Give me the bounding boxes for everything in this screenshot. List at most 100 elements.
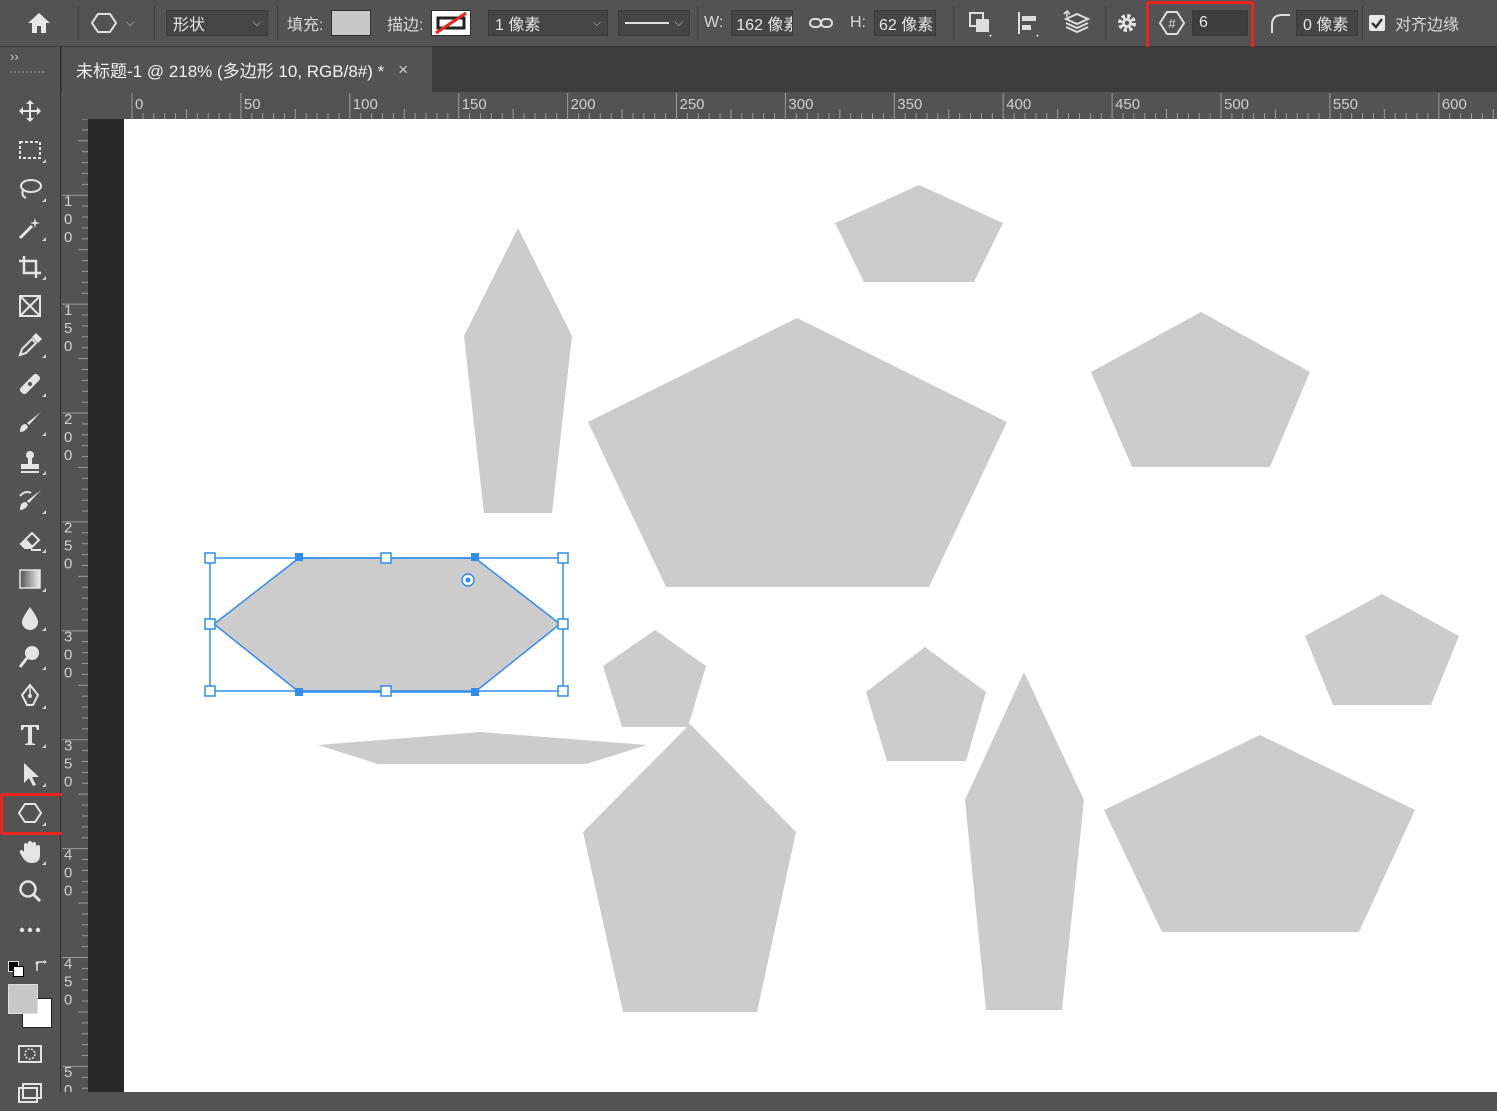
- bandage-icon: [19, 373, 41, 395]
- panel-collapse-toggle[interactable]: ››: [10, 49, 19, 64]
- tools-panel: ››: [0, 47, 66, 1103]
- stroke-swatch[interactable]: [431, 10, 472, 36]
- rectangle-marquee-icon: [19, 141, 41, 159]
- type-icon: [21, 725, 39, 745]
- pentagon-shape[interactable]: [1091, 312, 1310, 467]
- default-colors-icon[interactable]: [8, 961, 24, 977]
- hand-tool[interactable]: [8, 834, 52, 870]
- ruler-label: 400: [1006, 96, 1031, 113]
- foreground-color-swatch[interactable]: [8, 984, 38, 1014]
- path-operations-button[interactable]: [966, 0, 994, 46]
- flat-pentagon-shape[interactable]: [318, 732, 647, 764]
- chevron-down-icon: ⌵: [252, 16, 261, 29]
- move-tool[interactable]: [8, 93, 52, 129]
- anchor-point[interactable]: [295, 688, 303, 696]
- document-tab[interactable]: 未标题-1 @ 218% (多边形 10, RGB/8#) * ×: [62, 47, 432, 92]
- home-button[interactable]: [24, 0, 54, 46]
- eyedropper-tool[interactable]: [8, 327, 52, 363]
- type-tool[interactable]: [8, 717, 52, 753]
- lasso-tool[interactable]: [8, 171, 52, 207]
- tool-preset-picker[interactable]: ⌵: [90, 0, 134, 46]
- panel-grip[interactable]: [10, 71, 44, 79]
- ruler-label: 450: [64, 955, 72, 1008]
- crop-tool[interactable]: [8, 249, 52, 285]
- water-drop-icon: [22, 607, 38, 630]
- corner-radius-widget[interactable]: [461, 573, 475, 587]
- vertical-ruler[interactable]: 100 150 200 250 300 350 400 450 500: [62, 118, 89, 1111]
- fill-swatch[interactable]: [331, 10, 372, 36]
- document-canvas[interactable]: [124, 119, 1497, 1092]
- pentagon-shape[interactable]: [1305, 594, 1459, 705]
- screen-mode-button[interactable]: [8, 1075, 52, 1111]
- selected-hexagon-shape[interactable]: [214, 558, 560, 692]
- marquee-tool[interactable]: [8, 132, 52, 168]
- blur-tool[interactable]: [8, 600, 52, 636]
- tall-pentagon-shape[interactable]: [965, 672, 1084, 1010]
- close-icon[interactable]: ×: [398, 60, 408, 80]
- ruler-label: 250: [680, 96, 705, 113]
- home-icon: [28, 13, 50, 33]
- resize-handle[interactable]: [204, 618, 216, 630]
- clone-stamp-tool[interactable]: [8, 444, 52, 480]
- resize-handle[interactable]: [380, 685, 392, 697]
- corner-radius-field[interactable]: 0 像素: [1296, 10, 1358, 36]
- resize-handle[interactable]: [380, 552, 392, 564]
- height-value: 62 像素: [879, 17, 934, 34]
- quick-mask-button[interactable]: [8, 1036, 52, 1072]
- gradient-tool[interactable]: [8, 561, 52, 597]
- width-field[interactable]: 162 像素: [731, 10, 794, 36]
- gear-icon: [1118, 14, 1136, 32]
- tall-pentagon-shape[interactable]: [464, 228, 572, 513]
- large-pentagon-shape[interactable]: [588, 318, 1007, 587]
- align-edges-checkbox[interactable]: [1369, 15, 1385, 31]
- resize-handle[interactable]: [557, 685, 569, 697]
- brush-tool[interactable]: [8, 405, 52, 441]
- eraser-icon: [19, 531, 41, 551]
- anchor-point[interactable]: [471, 688, 479, 696]
- more-tools[interactable]: [8, 912, 52, 948]
- dodge-tool[interactable]: [8, 639, 52, 675]
- pentagon-shape[interactable]: [835, 185, 1003, 282]
- link-dimensions-button[interactable]: [808, 0, 834, 46]
- height-field[interactable]: 62 像素: [874, 10, 936, 36]
- healing-brush-tool[interactable]: [8, 366, 52, 402]
- small-pentagon-shape[interactable]: [603, 630, 706, 727]
- frame-tool[interactable]: [8, 288, 52, 324]
- width-value: 162 像素: [736, 17, 794, 34]
- resize-handle[interactable]: [557, 618, 569, 630]
- move-icon: [19, 100, 41, 122]
- resize-handle[interactable]: [204, 552, 216, 564]
- small-pentagon-shape[interactable]: [866, 647, 986, 761]
- ruler-label: 600: [1442, 96, 1467, 113]
- swap-colors-icon[interactable]: [34, 958, 50, 977]
- ruler-label: 200: [571, 96, 596, 113]
- ruler-label: 0: [135, 96, 143, 113]
- fill-label: 填充:: [287, 17, 324, 34]
- canvas-artwork: [204, 185, 1459, 1012]
- path-arrangement-button[interactable]: [1062, 0, 1092, 46]
- stroke-line-icon: [625, 22, 669, 24]
- stroke-type-select[interactable]: ⌵: [618, 10, 690, 36]
- ruler-label: 350: [64, 738, 72, 791]
- eraser-tool[interactable]: [8, 522, 52, 558]
- horizontal-ruler[interactable]: 0 50 100 150 200 250 300 350 400 450 500 550 600: [62, 93, 1497, 120]
- polygon-settings-button[interactable]: [1114, 0, 1140, 46]
- path-selection-tool[interactable]: [8, 756, 52, 792]
- pen-tool[interactable]: [8, 678, 52, 714]
- stroke-width-field[interactable]: 1 像素 ⌵: [488, 10, 608, 36]
- anchor-point[interactable]: [295, 553, 303, 561]
- stroke-label: 描边:: [387, 17, 424, 34]
- path-alignment-button[interactable]: [1014, 0, 1042, 46]
- history-brush-tool[interactable]: [8, 483, 52, 519]
- mode-select[interactable]: 形状 ⌵: [166, 10, 268, 36]
- anchor-point[interactable]: [471, 553, 479, 561]
- resize-handle[interactable]: [204, 685, 216, 697]
- zoom-tool[interactable]: [8, 873, 52, 909]
- dodge-icon: [18, 646, 39, 668]
- pentagon-shape[interactable]: [583, 724, 796, 1012]
- magic-wand-tool[interactable]: [8, 210, 52, 246]
- resize-handle[interactable]: [557, 552, 569, 564]
- pentagon-shape[interactable]: [1104, 735, 1415, 932]
- pasteboard: [88, 119, 124, 1092]
- stroke-width-value: 1 像素: [495, 17, 541, 34]
